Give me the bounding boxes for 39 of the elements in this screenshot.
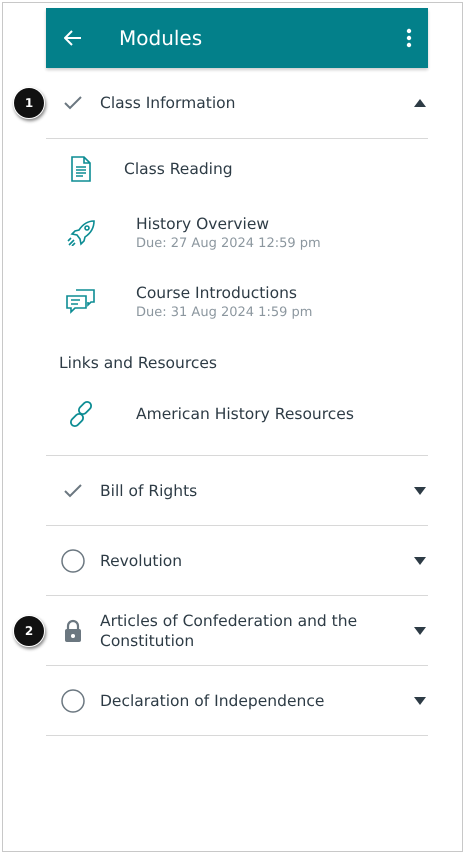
module-title: Class Information (100, 93, 236, 113)
caret-up-icon[interactable] (414, 99, 426, 107)
item-title: Class Reading (124, 160, 233, 178)
item-title: American History Resources (136, 404, 354, 422)
module-title: Bill of Rights (100, 480, 198, 500)
callout-badge: 1 (13, 87, 45, 119)
module-item[interactable]: Course Introductions Due: 31 Aug 2024 1:59 pm (46, 267, 428, 336)
page-title: Modules (119, 26, 204, 50)
item-title: History Overview (136, 214, 270, 232)
rocket-icon (66, 219, 96, 246)
module-header[interactable]: Revolution (46, 526, 428, 596)
back-arrow-icon[interactable] (64, 30, 82, 46)
module-header[interactable]: Class Information (46, 68, 428, 139)
caret-down-icon[interactable] (414, 626, 426, 634)
caret-down-icon[interactable] (414, 486, 426, 494)
empty-circle-icon (61, 548, 85, 572)
document-icon (70, 156, 92, 182)
due-date: Due: 27 Aug 2024 12:59 pm (136, 236, 321, 250)
more-options-icon[interactable] (406, 28, 412, 48)
module-title: Articles of Confederation and the Constitution (100, 610, 358, 650)
caret-down-icon[interactable] (414, 556, 426, 564)
empty-circle-icon (61, 688, 85, 712)
module-item[interactable]: History Overview Due: 27 Aug 2024 12:59 pm (46, 198, 428, 267)
discussion-icon (66, 288, 96, 316)
module-header[interactable]: Articles of Confederation and the Constitution (46, 596, 428, 666)
checkmark-icon (63, 482, 83, 498)
callout-badge: 2 (13, 614, 45, 646)
module-header[interactable]: Declaration of Independence (46, 666, 428, 736)
module-header[interactable]: Bill of Rights (46, 456, 428, 526)
checkmark-icon (63, 95, 83, 111)
module-title: Declaration of Independence (100, 690, 326, 710)
caret-down-icon[interactable] (414, 696, 426, 704)
lock-icon (63, 618, 83, 642)
section-subheader: Links and Resources (58, 353, 218, 374)
due-date: Due: 31 Aug 2024 1:59 pm (136, 304, 312, 320)
module-item[interactable]: American History Resources (46, 384, 428, 443)
module-title: Revolution (100, 550, 184, 570)
module-item[interactable]: Class Reading (46, 139, 428, 198)
item-title: Course Introductions (136, 284, 298, 302)
